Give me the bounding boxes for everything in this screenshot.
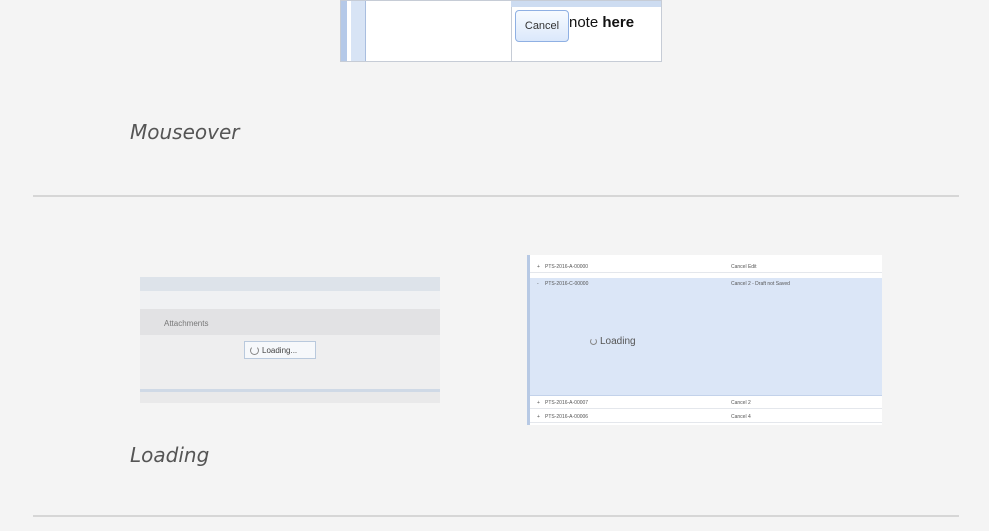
panel-band [140, 291, 440, 309]
expand-icon[interactable]: + [537, 400, 540, 406]
row-id: PTS-2016-A-00007 [545, 400, 589, 406]
note-text: note here [569, 14, 634, 31]
row-id: PTS-2016-A-00000 [545, 264, 589, 270]
expand-icon[interactable]: + [537, 414, 540, 420]
panel-footer-band [140, 389, 440, 392]
spinner-icon [590, 338, 597, 345]
panel-header-band [140, 277, 440, 291]
table-row-expanded[interactable]: - PTS-2016-C-00000 Cancel 2 - Draft not … [530, 278, 882, 396]
cancel-button[interactable]: Cancel [515, 10, 569, 42]
expand-icon[interactable]: + [537, 264, 540, 270]
column-divider [511, 1, 512, 61]
mouseover-screenshot: Cancel note here [340, 0, 662, 62]
row-id: PTS-2016-A-00006 [545, 414, 589, 420]
loading-panel-screenshot: Attachments Loading... [140, 277, 440, 403]
section-divider [33, 515, 959, 517]
row-desc: Cancel 4 [731, 414, 751, 420]
row-selector-column [351, 1, 366, 61]
row-desc: Cancel 2 - Draft not Saved [731, 281, 790, 287]
collapse-icon[interactable]: - [537, 281, 539, 287]
loading-indicator: Loading... [244, 341, 316, 359]
table-row[interactable]: + PTS-2016-A-00007 Cancel 2 [530, 397, 882, 409]
attachments-label: Attachments [164, 319, 209, 328]
note-prefix: note [569, 14, 603, 31]
selected-row-highlight [511, 1, 661, 7]
row-desc: Cancel Edit [731, 264, 757, 270]
caption-loading: Loading [130, 443, 210, 467]
grid-loading-indicator: Loading [590, 336, 636, 347]
spinner-icon [250, 345, 259, 355]
loading-text: Loading... [262, 345, 298, 355]
row-desc: Cancel 2 [731, 400, 751, 406]
note-bold: here [602, 14, 635, 31]
section-divider [33, 195, 959, 197]
grid-left-border [341, 1, 347, 61]
table-row[interactable]: + PTS-2016-A-00006 Cancel 4 [530, 411, 882, 423]
loading-grid-screenshot: + PTS-2016-A-00000 Cancel Edit - PTS-201… [527, 255, 882, 425]
row-id: PTS-2016-C-00000 [545, 281, 589, 287]
grid-loading-text: Loading [600, 336, 636, 347]
table-row[interactable]: + PTS-2016-A-00000 Cancel Edit [530, 261, 882, 273]
caption-mouseover: Mouseover [130, 120, 240, 144]
